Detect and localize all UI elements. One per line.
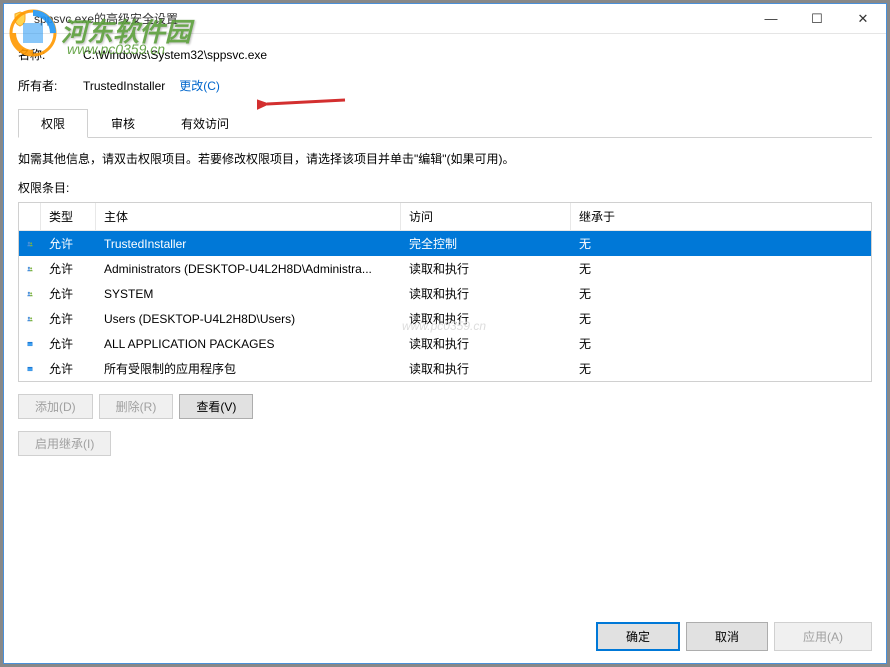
tab-permissions[interactable]: 权限	[18, 109, 88, 138]
cell-inherited: 无	[571, 308, 871, 329]
window-title: sppsvc.exe的高级安全设置	[34, 10, 748, 27]
tab-strip: 权限 审核 有效访问	[18, 108, 872, 138]
cell-inherited: 无	[571, 358, 871, 379]
cell-inherited: 无	[571, 283, 871, 304]
close-button[interactable]: ✕	[840, 4, 886, 33]
change-owner-link[interactable]: 更改(C)	[179, 77, 220, 94]
cell-type: 允许	[41, 358, 96, 379]
users-icon	[19, 259, 41, 279]
cell-access: 完全控制	[401, 233, 571, 254]
name-label: 名称:	[18, 46, 83, 63]
shield-icon	[12, 11, 28, 27]
cell-principal: ALL APPLICATION PACKAGES	[96, 335, 401, 353]
add-button: 添加(D)	[18, 394, 93, 419]
users-icon	[19, 309, 41, 329]
cell-type: 允许	[41, 308, 96, 329]
col-type[interactable]: 类型	[41, 203, 96, 230]
cell-principal: 所有受限制的应用程序包	[96, 358, 401, 379]
cell-access: 读取和执行	[401, 308, 571, 329]
cell-principal: TrustedInstaller	[96, 235, 401, 253]
package-icon	[19, 359, 41, 379]
cancel-button[interactable]: 取消	[686, 622, 768, 651]
enable-inherit-button: 启用继承(I)	[18, 431, 111, 456]
table-header: 类型 主体 访问 继承于	[19, 203, 871, 231]
cell-inherited: 无	[571, 258, 871, 279]
cell-inherited: 无	[571, 233, 871, 254]
table-row[interactable]: 允许ALL APPLICATION PACKAGES读取和执行无	[19, 331, 871, 356]
maximize-button[interactable]: ☐	[794, 4, 840, 33]
name-value: C:\Windows\System32\sppsvc.exe	[83, 48, 267, 62]
table-row[interactable]: 允许Users (DESKTOP-U4L2H8D\Users)读取和执行无	[19, 306, 871, 331]
minimize-button[interactable]: —	[748, 4, 794, 33]
table-row[interactable]: 允许Administrators (DESKTOP-U4L2H8D\Admini…	[19, 256, 871, 281]
cell-access: 读取和执行	[401, 358, 571, 379]
cell-inherited: 无	[571, 333, 871, 354]
table-row[interactable]: 允许所有受限制的应用程序包读取和执行无	[19, 356, 871, 381]
col-principal[interactable]: 主体	[96, 203, 401, 230]
owner-label: 所有者:	[18, 77, 83, 94]
cell-type: 允许	[41, 258, 96, 279]
apply-button: 应用(A)	[774, 622, 872, 651]
dialog-footer: 确定 取消 应用(A)	[596, 622, 872, 651]
permissions-label: 权限条目:	[18, 179, 872, 196]
owner-value: TrustedInstaller	[83, 79, 165, 93]
advanced-security-dialog: 河东软件园 www.pc0359.cn sppsvc.exe的高级安全设置 — …	[3, 3, 887, 664]
cell-type: 允许	[41, 283, 96, 304]
tab-effective-access[interactable]: 有效访问	[158, 109, 252, 138]
package-icon	[19, 334, 41, 354]
cell-principal: Administrators (DESKTOP-U4L2H8D\Administ…	[96, 260, 401, 278]
info-text: 如需其他信息，请双击权限项目。若要修改权限项目，请选择该项目并单击"编辑"(如果…	[18, 150, 872, 167]
col-inherited[interactable]: 继承于	[571, 203, 871, 230]
table-row[interactable]: 允许SYSTEM读取和执行无	[19, 281, 871, 306]
view-button[interactable]: 查看(V)	[179, 394, 253, 419]
users-icon	[19, 284, 41, 304]
users-icon	[19, 234, 41, 254]
cell-access: 读取和执行	[401, 333, 571, 354]
cell-principal: SYSTEM	[96, 285, 401, 303]
titlebar: sppsvc.exe的高级安全设置 — ☐ ✕	[4, 4, 886, 34]
col-access[interactable]: 访问	[401, 203, 571, 230]
cell-principal: Users (DESKTOP-U4L2H8D\Users)	[96, 310, 401, 328]
cell-type: 允许	[41, 333, 96, 354]
ok-button[interactable]: 确定	[596, 622, 680, 651]
cell-access: 读取和执行	[401, 283, 571, 304]
cell-access: 读取和执行	[401, 258, 571, 279]
permissions-table: 类型 主体 访问 继承于 允许TrustedInstaller完全控制无允许Ad…	[18, 202, 872, 382]
table-row[interactable]: 允许TrustedInstaller完全控制无	[19, 231, 871, 256]
tab-audit[interactable]: 审核	[88, 109, 158, 138]
cell-type: 允许	[41, 233, 96, 254]
remove-button: 删除(R)	[99, 394, 174, 419]
